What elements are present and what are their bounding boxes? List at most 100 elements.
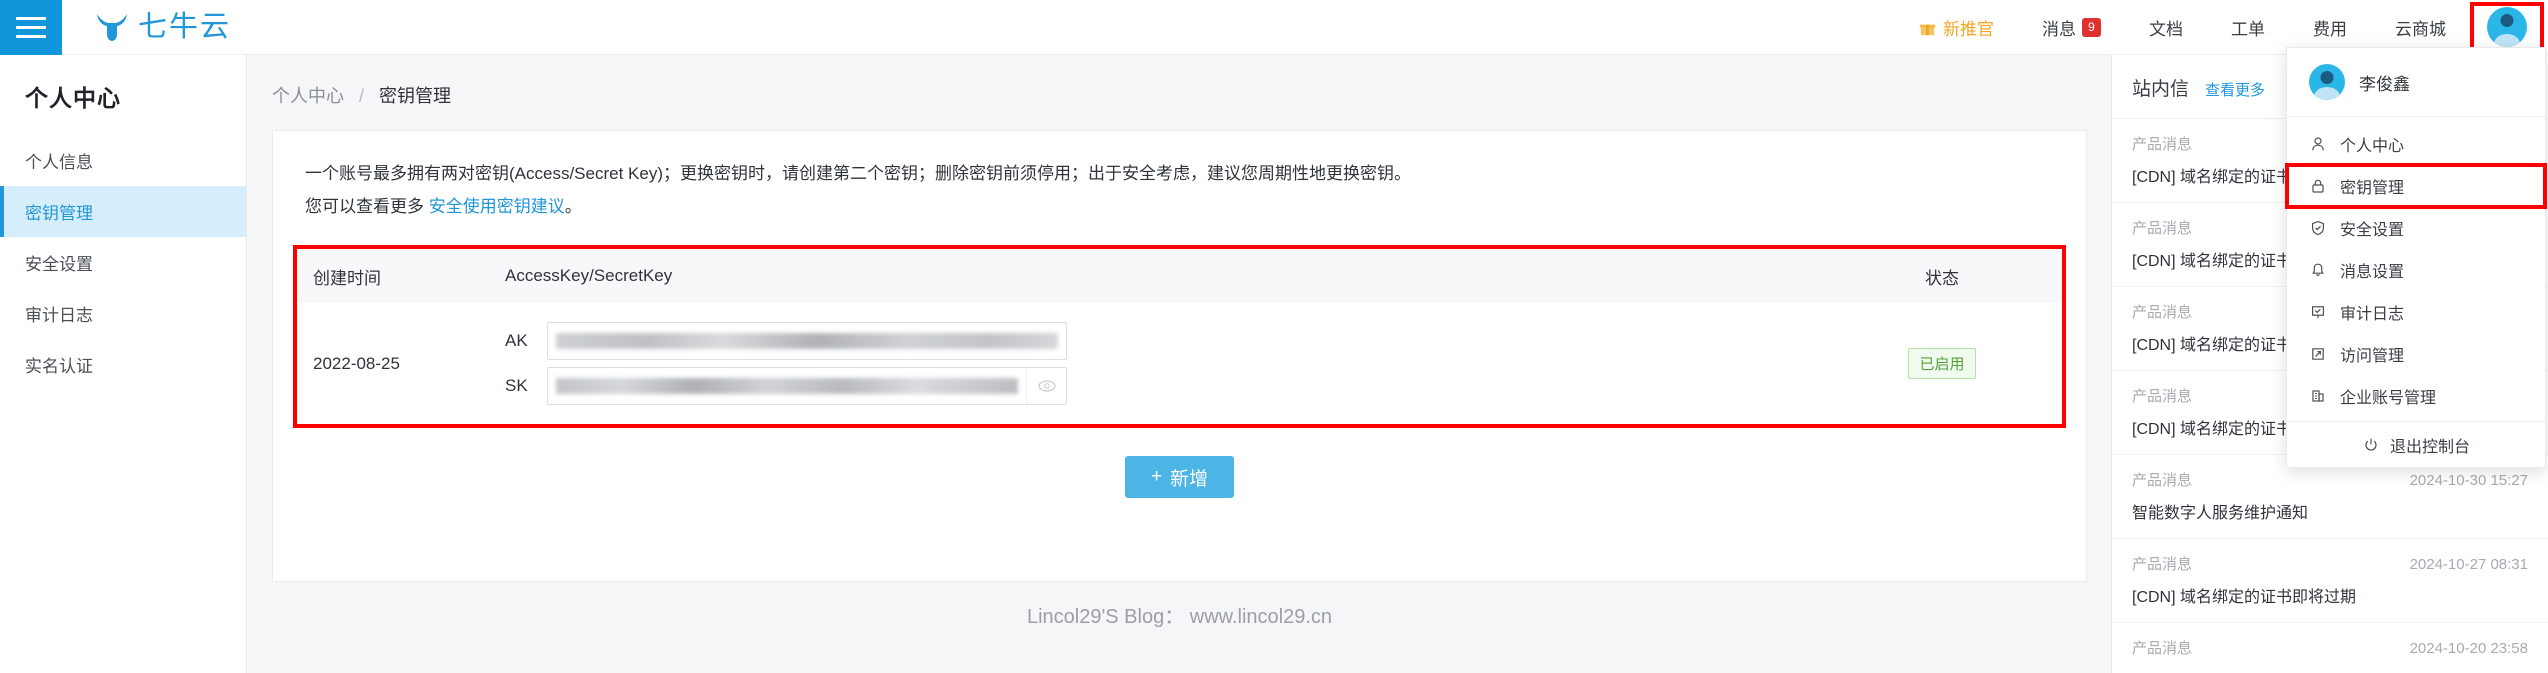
breadcrumb: 个人中心 / 密钥管理 xyxy=(248,55,2111,130)
qiniu-console-page: 七牛云 新推官 消息 9 文档 工单 费用 云商城 个人中心 个人信息 密钥管理… xyxy=(0,0,2548,673)
dropdown-item-label: 审计日志 xyxy=(2340,306,2405,323)
dropdown-user-name: 李俊鑫 xyxy=(2359,74,2410,94)
brand-logo[interactable]: 七牛云 xyxy=(94,12,231,42)
user-avatar-icon xyxy=(2487,7,2527,47)
sidebar-item-label: 审计日志 xyxy=(25,306,93,325)
list-item[interactable]: 产品消息 2024-10-20 23:58 xyxy=(2112,623,2548,673)
message-title: 智能数字人服务维护通知 xyxy=(2132,505,2309,522)
sidebar-item-label: 个人信息 xyxy=(25,153,93,172)
eye-icon[interactable] xyxy=(1026,368,1066,405)
message-tag: 产品消息 xyxy=(2132,472,2193,489)
logout-button[interactable]: 退出控制台 xyxy=(2287,421,2545,467)
logout-label: 退出控制台 xyxy=(2389,438,2470,456)
dropdown-user-header[interactable]: 李俊鑫 xyxy=(2287,48,2545,116)
bell-icon xyxy=(2309,261,2327,279)
inbox-title: 站内信 xyxy=(2132,79,2190,100)
sidebar-item-profile[interactable]: 个人信息 xyxy=(0,135,246,186)
description-prefix: 您可以查看更多 xyxy=(305,197,429,217)
sidebar-item-audit-log[interactable]: 审计日志 xyxy=(0,288,246,339)
breadcrumb-root[interactable]: 个人中心 xyxy=(272,86,344,106)
nav-item-messages[interactable]: 消息 9 xyxy=(2018,0,2125,55)
dropdown-item-label: 消息设置 xyxy=(2340,264,2405,281)
message-tag: 产品消息 xyxy=(2132,304,2193,321)
secret-key-masked-value xyxy=(556,378,1018,395)
nav-item-promo[interactable]: 新推官 xyxy=(1894,0,2018,55)
message-time: 2024-10-27 08:31 xyxy=(2409,556,2528,573)
dropdown-item-label: 访问管理 xyxy=(2340,348,2405,365)
nav-label-marketplace: 云商城 xyxy=(2395,19,2446,39)
add-key-button[interactable]: + 新增 xyxy=(1124,456,1235,499)
key-management-panel: 一个账号最多拥有两对密钥(Access/Secret Key)；更换密钥时，请创… xyxy=(272,130,2087,582)
dropdown-item-key-management[interactable]: 密钥管理 xyxy=(2285,163,2547,209)
sidebar-item-security[interactable]: 安全设置 xyxy=(0,237,246,288)
dropdown-item-profile[interactable]: 个人中心 xyxy=(2287,123,2545,165)
message-time: 2024-10-20 23:58 xyxy=(2409,640,2528,657)
nav-label-messages: 消息 xyxy=(2042,19,2076,39)
nav-label-docs: 文档 xyxy=(2149,19,2183,39)
dropdown-item-access-management[interactable]: 访问管理 xyxy=(2287,333,2545,375)
message-tag: 产品消息 xyxy=(2132,220,2193,237)
security-advice-link[interactable]: 安全使用密钥建议 xyxy=(429,197,565,216)
status-badge: 已启用 xyxy=(1908,348,1976,380)
message-tag: 产品消息 xyxy=(2132,136,2193,153)
dropdown-item-audit-log[interactable]: 审计日志 xyxy=(2287,291,2545,333)
hamburger-icon[interactable] xyxy=(0,0,62,55)
sidebar: 个人中心 个人信息 密钥管理 安全设置 审计日志 实名认证 xyxy=(0,55,247,673)
message-tag: 产品消息 xyxy=(2132,556,2193,573)
column-header-status: 状态 xyxy=(1925,268,1959,288)
nav-label-tickets: 工单 xyxy=(2231,19,2265,39)
person-icon xyxy=(2309,135,2327,153)
access-key-label: AK xyxy=(505,331,528,351)
table-row: 2022-08-25 AK SK 已启用 xyxy=(297,303,2062,425)
sidebar-title: 个人中心 xyxy=(25,85,121,111)
sidebar-item-verification[interactable]: 实名认证 xyxy=(0,339,246,390)
message-tag: 产品消息 xyxy=(2132,640,2193,657)
panel-description: 一个账号最多拥有两对密钥(Access/Secret Key)；更换密钥时，请创… xyxy=(273,131,2086,223)
plus-icon: + xyxy=(1150,466,1163,488)
message-title: [CDN] 域名绑定的证书即将过期 xyxy=(2132,589,2357,606)
inbox-view-more-link[interactable]: 查看更多 xyxy=(2205,79,2265,100)
sidebar-item-label: 安全设置 xyxy=(25,255,93,274)
dropdown-item-message-settings[interactable]: 消息设置 xyxy=(2287,249,2545,291)
eye-glyph xyxy=(1038,380,1055,392)
secret-key-line: SK xyxy=(505,367,1822,406)
add-button-row: + 新增 xyxy=(273,428,2086,499)
user-dropdown-menu: 李俊鑫 个人中心 密钥管理 安全设置 消息设置 审计日志 访问管理 企业账号管理… xyxy=(2285,47,2547,468)
access-key-input[interactable] xyxy=(547,322,1067,361)
sidebar-item-key-management[interactable]: 密钥管理 xyxy=(0,186,246,237)
building-icon xyxy=(2309,387,2327,405)
keys-table-highlight-box: 创建时间 AccessKey/SecretKey 状态 2022-08-25 A… xyxy=(293,245,2066,429)
list-item[interactable]: 产品消息 2024-10-27 08:31 [CDN] 域名绑定的证书即将过期 xyxy=(2112,539,2548,623)
main-content: 个人中心 / 密钥管理 一个账号最多拥有两对密钥(Access/Secret K… xyxy=(248,55,2111,673)
hamburger-bar xyxy=(16,25,46,29)
gift-icon xyxy=(1919,24,1936,35)
secret-key-label: SK xyxy=(505,376,528,396)
message-count-badge: 9 xyxy=(2082,17,2101,37)
nav-item-tickets[interactable]: 工单 xyxy=(2207,0,2289,55)
top-bar: 七牛云 新推官 消息 9 文档 工单 费用 云商城 xyxy=(0,0,2548,55)
nav-label-promo: 新推官 xyxy=(1943,19,1994,39)
breadcrumb-current: 密钥管理 xyxy=(379,86,452,106)
message-meta: 产品消息 2024-10-20 23:58 xyxy=(2132,637,2528,658)
nav-item-docs[interactable]: 文档 xyxy=(2125,0,2207,55)
access-key-masked-value xyxy=(556,333,1058,350)
secret-key-input[interactable] xyxy=(547,367,1067,406)
cell-status: 已启用 xyxy=(1822,348,2062,380)
qiniu-bull-icon xyxy=(97,14,127,41)
brand-name: 七牛云 xyxy=(138,10,232,43)
dropdown-item-enterprise-account[interactable]: 企业账号管理 xyxy=(2287,375,2545,417)
dropdown-item-security[interactable]: 安全设置 xyxy=(2287,207,2545,249)
nav-label-billing: 费用 xyxy=(2313,19,2347,39)
message-meta: 产品消息 2024-10-27 08:31 xyxy=(2132,553,2528,574)
column-header-keys: AccessKey/SecretKey xyxy=(505,266,673,286)
dropdown-item-label: 个人中心 xyxy=(2340,138,2405,155)
message-tag: 产品消息 xyxy=(2132,388,2193,405)
hamburger-bar xyxy=(16,34,46,38)
frame-arrow-icon xyxy=(2309,345,2327,363)
clipboard-check-icon xyxy=(2309,303,2327,321)
access-key-line: AK xyxy=(505,322,1822,361)
description-line-2: 您可以查看更多 安全使用密钥建议。 xyxy=(305,190,2086,223)
user-avatar-button[interactable] xyxy=(2470,1,2544,53)
sidebar-item-label: 实名认证 xyxy=(25,357,93,376)
add-key-label: 新增 xyxy=(1170,468,1209,490)
